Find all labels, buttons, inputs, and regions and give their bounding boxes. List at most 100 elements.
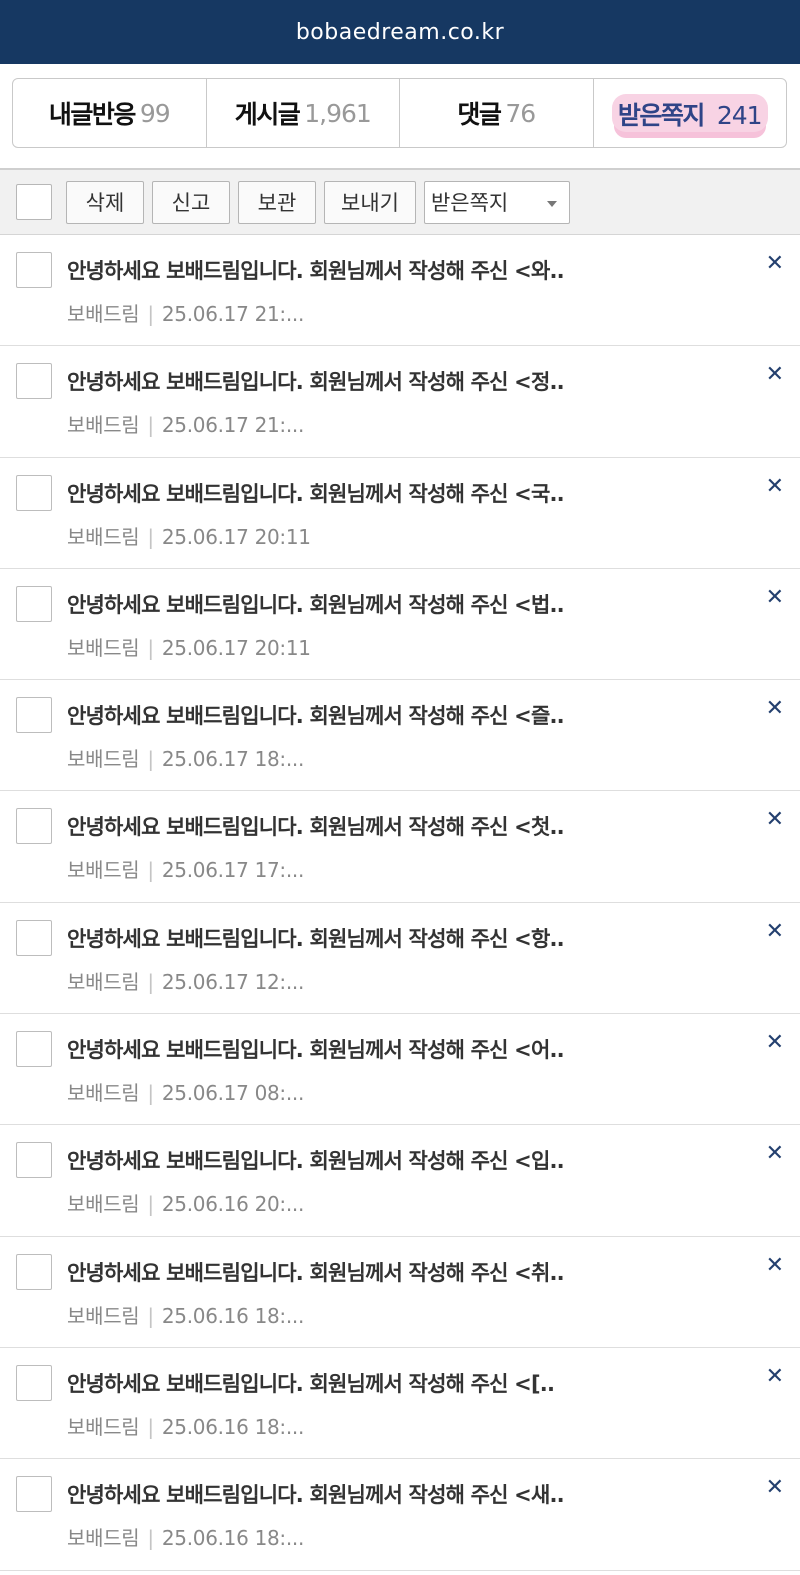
close-icon[interactable]: ✕ <box>766 1253 784 1278</box>
tab-received-messages[interactable]: 받은쪽지 241 <box>594 79 787 147</box>
tab-my-post-reactions[interactable]: 내글반응 99 <box>13 79 207 147</box>
message-row[interactable]: 안녕하세요 보배드림입니다. 회원님께서 작성해 주신 <새.. 보배드림 | 25.… <box>0 1459 800 1571</box>
message-toolbar: 삭제 신고 보관 보내기 받은쪽지 <box>0 168 800 235</box>
message-row[interactable]: 안녕하세요 보배드림입니다. 회원님께서 작성해 주신 <즐.. 보배드림 | 25.… <box>0 680 800 792</box>
tab-count: 241 <box>716 101 763 130</box>
message-title[interactable]: 안녕하세요 보배드림입니다. 회원님께서 작성해 주신 <법.. <box>67 589 565 619</box>
message-sender: 보배드림 <box>67 969 140 994</box>
tab-count: 76 <box>505 98 536 128</box>
meta-separator: | <box>147 635 154 660</box>
message-title[interactable]: 안녕하세요 보배드림입니다. 회원님께서 작성해 주신 <[.. <box>67 1368 555 1398</box>
tab-posts[interactable]: 게시글 1,961 <box>207 79 400 147</box>
message-checkbox[interactable] <box>16 919 52 956</box>
tab-comments[interactable]: 댓글 76 <box>400 79 594 147</box>
message-row[interactable]: 안녕하세요 보배드림입니다. 회원님께서 작성해 주신 <정.. 보배드림 | 25.… <box>0 346 800 458</box>
close-icon[interactable]: ✕ <box>766 807 784 832</box>
message-row[interactable]: 안녕하세요 보배드림입니다. 회원님께서 작성해 주신 <[.. 보배드림 | 25.… <box>0 1348 800 1460</box>
message-title[interactable]: 안녕하세요 보배드림입니다. 회원님께서 작성해 주신 <입.. <box>67 1145 565 1175</box>
message-checkbox[interactable] <box>16 697 52 734</box>
message-meta: 보배드림 | 25.06.17 12:... <box>67 966 304 995</box>
message-checkbox[interactable] <box>16 1253 52 1290</box>
message-checkbox[interactable] <box>16 1476 52 1513</box>
message-row[interactable]: 안녕하세요 보배드림입니다. 회원님께서 작성해 주신 <입.. 보배드림 | 25.… <box>0 1125 800 1237</box>
message-meta: 보배드림 | 25.06.17 21:... <box>67 409 304 438</box>
message-checkbox[interactable] <box>16 1031 52 1068</box>
message-row[interactable]: 안녕하세요 보배드림입니다. 회원님께서 작성해 주신 <와.. 보배드림 | 25.… <box>0 235 800 347</box>
message-sender: 보배드림 <box>67 302 140 326</box>
message-checkbox[interactable] <box>16 808 52 845</box>
message-time: 25.06.16 18:... <box>161 1526 305 1551</box>
message-row[interactable]: 안녕하세요 보배드림입니다. 회원님께서 작성해 주신 <어.. 보배드림 | 25.… <box>0 1014 800 1126</box>
message-row[interactable]: 안녕하세요 보배드림입니다. 회원님께서 작성해 주신 <항.. 보배드림 | 25.… <box>0 903 800 1015</box>
message-meta: 보배드림 | 25.06.17 17:... <box>67 854 304 883</box>
message-title[interactable]: 안녕하세요 보배드림입니다. 회원님께서 작성해 주신 <와.. <box>67 255 565 285</box>
message-sender: 보배드림 <box>67 1526 140 1551</box>
message-checkbox[interactable] <box>16 1364 52 1401</box>
meta-separator: | <box>147 1081 154 1106</box>
message-checkbox[interactable] <box>16 363 52 400</box>
close-icon[interactable]: ✕ <box>766 1030 784 1055</box>
message-meta: 보배드림 | 25.06.17 21:... <box>67 298 304 327</box>
meta-separator: | <box>147 747 154 772</box>
message-row[interactable]: 안녕하세요 보배드림입니다. 회원님께서 작성해 주신 <취.. 보배드림 | 25.… <box>0 1237 800 1348</box>
close-icon[interactable]: ✕ <box>766 1475 784 1500</box>
message-sender: 보배드림 <box>67 413 140 438</box>
message-time: 25.06.16 18:... <box>161 1414 305 1439</box>
report-button[interactable]: 신고 <box>152 180 230 224</box>
message-time: 25.06.17 17:... <box>161 858 305 883</box>
message-checkbox[interactable] <box>16 585 52 622</box>
message-sender: 보배드림 <box>67 858 140 883</box>
meta-separator: | <box>147 302 154 326</box>
message-title[interactable]: 안녕하세요 보배드림입니다. 회원님께서 작성해 주신 <첫.. <box>67 811 565 841</box>
message-time: 25.06.16 18:... <box>161 1303 305 1328</box>
message-time: 25.06.17 21:... <box>161 413 305 438</box>
tab-label: 댓글 <box>457 100 502 129</box>
delete-button[interactable]: 삭제 <box>66 180 144 224</box>
send-button[interactable]: 보내기 <box>324 180 416 224</box>
url-text: bobaedream.co.kr <box>295 19 505 45</box>
close-icon[interactable]: ✕ <box>766 362 784 387</box>
message-checkbox[interactable] <box>16 474 52 511</box>
message-title[interactable]: 안녕하세요 보배드림입니다. 회원님께서 작성해 주신 <국.. <box>67 478 565 508</box>
message-row[interactable]: 안녕하세요 보배드림입니다. 회원님께서 작성해 주신 <첫.. 보배드림 | 25.… <box>0 791 800 903</box>
tab-count: 99 <box>139 98 171 128</box>
message-time: 25.06.17 20:11 <box>161 635 311 660</box>
message-meta: 보배드림 | 25.06.17 20:11 <box>67 632 311 661</box>
message-title[interactable]: 안녕하세요 보배드림입니다. 회원님께서 작성해 주신 <정.. <box>67 366 565 396</box>
tab-bar-container: 내글반응 99 게시글 1,961 댓글 76 받은쪽지 241 <box>0 64 800 168</box>
tab-label: 게시글 <box>234 100 301 129</box>
message-meta: 보배드림 | 25.06.16 18:... <box>67 1300 304 1329</box>
message-checkbox[interactable] <box>16 252 52 288</box>
meta-separator: | <box>147 1414 154 1439</box>
browser-url-bar[interactable]: bobaedream.co.kr <box>0 0 800 64</box>
highlight-mark: 받은쪽지 241 <box>611 94 768 132</box>
close-icon[interactable]: ✕ <box>766 251 784 276</box>
message-meta: 보배드림 | 25.06.16 18:... <box>67 1411 304 1440</box>
close-icon[interactable]: ✕ <box>766 919 784 944</box>
archive-button[interactable]: 보관 <box>238 180 316 224</box>
message-title[interactable]: 안녕하세요 보배드림입니다. 회원님께서 작성해 주신 <항.. <box>67 923 565 953</box>
message-title[interactable]: 안녕하세요 보배드림입니다. 회원님께서 작성해 주신 <취.. <box>67 1257 565 1287</box>
message-row[interactable]: 안녕하세요 보배드림입니다. 회원님께서 작성해 주신 <법.. 보배드림 | 25.… <box>0 569 800 681</box>
message-time: 25.06.17 12:... <box>161 969 305 994</box>
select-all-checkbox[interactable] <box>16 184 52 220</box>
message-meta: 보배드림 | 25.06.16 18:... <box>67 1522 304 1551</box>
meta-separator: | <box>147 1303 154 1328</box>
message-title[interactable]: 안녕하세요 보배드림입니다. 회원님께서 작성해 주신 <새.. <box>67 1479 565 1509</box>
close-icon[interactable]: ✕ <box>766 1364 784 1389</box>
message-checkbox[interactable] <box>16 1142 52 1179</box>
close-icon[interactable]: ✕ <box>766 1141 784 1166</box>
close-icon[interactable]: ✕ <box>766 474 784 499</box>
tab-count: 1,961 <box>304 98 372 128</box>
folder-select[interactable]: 받은쪽지 <box>423 180 570 224</box>
close-icon[interactable]: ✕ <box>766 696 784 721</box>
message-meta: 보배드림 | 25.06.17 20:11 <box>67 521 311 550</box>
message-title[interactable]: 안녕하세요 보배드림입니다. 회원님께서 작성해 주신 <어.. <box>67 1034 565 1064</box>
close-icon[interactable]: ✕ <box>766 585 784 610</box>
meta-separator: | <box>147 524 154 549</box>
message-title[interactable]: 안녕하세요 보배드림입니다. 회원님께서 작성해 주신 <즐.. <box>67 700 565 730</box>
message-row[interactable]: 안녕하세요 보배드림입니다. 회원님께서 작성해 주신 <국.. 보배드림 | 25.… <box>0 458 800 569</box>
tab-label: 받은쪽지 <box>617 101 706 130</box>
caret-down-icon <box>546 200 557 207</box>
message-time: 25.06.16 20:... <box>161 1192 305 1217</box>
